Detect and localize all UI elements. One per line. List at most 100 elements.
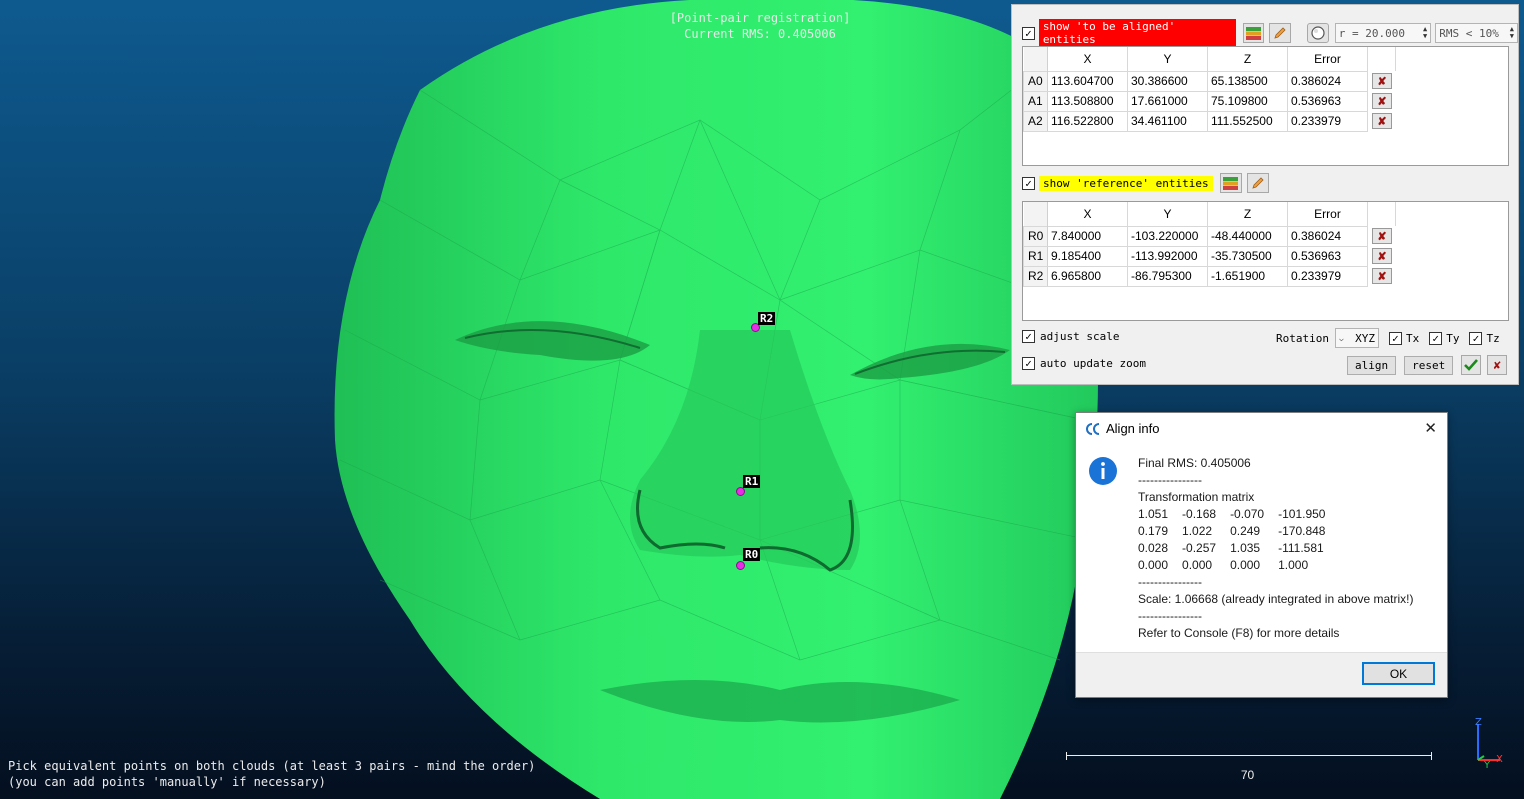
tx-checkbox[interactable]: ✓ bbox=[1388, 331, 1402, 345]
tz-checkbox[interactable]: ✓ bbox=[1469, 331, 1483, 345]
delete-point-icon[interactable]: ✘ bbox=[1372, 268, 1392, 284]
reference-col-z[interactable]: Z bbox=[1207, 202, 1288, 226]
delete-point-icon[interactable]: ✘ bbox=[1372, 228, 1392, 244]
info-icon bbox=[1089, 457, 1117, 485]
table-row[interactable]: A1 113.508800 17.661000 75.109800 0.5369… bbox=[1023, 90, 1396, 112]
cell-error: 0.233979 bbox=[1287, 265, 1368, 287]
matrix-cell: 1.051 bbox=[1138, 507, 1169, 521]
table-row[interactable]: R1 9.185400 -113.992000 -35.730500 0.536… bbox=[1023, 245, 1396, 267]
cell-z: 65.138500 bbox=[1207, 70, 1288, 92]
final-rms-text: Final RMS: 0.405006 bbox=[1138, 456, 1251, 470]
show-reference-checkbox[interactable]: ✓ bbox=[1022, 176, 1035, 190]
cell-error: 0.536963 bbox=[1287, 90, 1368, 112]
point-r1-label: R1 bbox=[743, 475, 761, 488]
cancel-x-icon[interactable]: ✘ bbox=[1487, 355, 1508, 375]
align-button[interactable]: align bbox=[1347, 355, 1397, 375]
row-id: R0 bbox=[1023, 225, 1048, 247]
radius-spinbox[interactable]: r = 20.000 ▲ ▼ bbox=[1334, 23, 1432, 43]
matrix-cell: -170.848 bbox=[1278, 524, 1326, 538]
point-r2-label: R2 bbox=[758, 312, 776, 325]
matrix-cell: 0.249 bbox=[1230, 524, 1261, 538]
show-aligned-checkbox[interactable]: ✓ bbox=[1022, 26, 1035, 40]
reference-col-x[interactable]: X bbox=[1047, 202, 1128, 226]
row-id: A1 bbox=[1023, 90, 1048, 112]
row-id: R2 bbox=[1023, 265, 1048, 287]
axis-trihedron: Z Y X bbox=[1475, 717, 1503, 771]
cell-y: -86.795300 bbox=[1127, 265, 1208, 287]
confirm-check-icon[interactable] bbox=[1461, 355, 1482, 375]
reference-col-y[interactable]: Y bbox=[1127, 202, 1208, 226]
auto-update-zoom-checkbox[interactable]: ✓ bbox=[1022, 357, 1035, 370]
row-id: A2 bbox=[1023, 110, 1048, 132]
cell-x: 6.965800 bbox=[1047, 265, 1128, 287]
table-row[interactable]: A0 113.604700 30.386600 65.138500 0.3860… bbox=[1023, 70, 1396, 92]
reference-col-error[interactable]: Error bbox=[1287, 202, 1368, 226]
show-aligned-label: show 'to be aligned' entities bbox=[1038, 19, 1236, 47]
delete-point-icon[interactable]: ✘ bbox=[1372, 248, 1392, 264]
table-row[interactable]: R2 6.965800 -86.795300 -1.651900 0.23397… bbox=[1023, 265, 1396, 287]
auto-update-zoom-label: auto update zoom bbox=[1040, 357, 1146, 370]
separator: ---------------- bbox=[1138, 473, 1202, 487]
rms-spin-arrows[interactable]: ▲ ▼ bbox=[1510, 26, 1514, 40]
table-row[interactable]: A2 116.522800 34.461100 111.552500 0.233… bbox=[1023, 110, 1396, 132]
cell-error: 0.386024 bbox=[1287, 70, 1368, 92]
cell-error: 0.386024 bbox=[1287, 225, 1368, 247]
cell-y: 30.386600 bbox=[1127, 70, 1208, 92]
table-row[interactable]: R0 7.840000 -103.220000 -48.440000 0.386… bbox=[1023, 225, 1396, 247]
ty-label: Ty bbox=[1446, 331, 1460, 345]
cell-y: 17.661000 bbox=[1127, 90, 1208, 112]
aligned-points-table[interactable]: X Y Z Error A0 113.604700 30.386600 65.1… bbox=[1022, 46, 1509, 166]
dialog-footer: OK bbox=[1076, 652, 1447, 697]
matrix-cell: 0.000 bbox=[1182, 558, 1213, 572]
aligned-col-error[interactable]: Error bbox=[1287, 47, 1368, 71]
transformation-matrix: 1.051 -0.168 -0.070 -101.950 0.179 1.022 0.24… bbox=[1138, 506, 1339, 574]
rotation-value: XYZ bbox=[1355, 331, 1375, 345]
rotation-select[interactable]: ⌵ XYZ bbox=[1334, 328, 1379, 348]
cell-z: -48.440000 bbox=[1207, 225, 1288, 247]
matrix-row: 0.000 0.000 0.000 1.000 bbox=[1138, 557, 1339, 574]
aligned-col-x[interactable]: X bbox=[1047, 47, 1128, 71]
reference-points-table[interactable]: X Y Z Error R0 7.840000 -103.220000 -48.… bbox=[1022, 201, 1509, 321]
aligned-edit-pencil-icon[interactable] bbox=[1269, 23, 1292, 43]
reset-button[interactable]: reset bbox=[1404, 355, 1454, 375]
separator: ---------------- bbox=[1138, 609, 1202, 623]
cell-z: -1.651900 bbox=[1207, 265, 1288, 287]
sphere-icon[interactable] bbox=[1307, 23, 1329, 43]
radius-spin-arrows[interactable]: ▲ ▼ bbox=[1423, 26, 1427, 40]
delete-point-icon[interactable]: ✘ bbox=[1372, 93, 1392, 109]
scale-text: Scale: 1.06668 (already integrated in ab… bbox=[1138, 592, 1414, 606]
matrix-cell: -101.950 bbox=[1278, 507, 1326, 521]
delete-point-icon[interactable]: ✘ bbox=[1372, 113, 1392, 129]
ty-checkbox[interactable]: ✓ bbox=[1429, 331, 1443, 345]
app-logo-icon bbox=[1086, 423, 1100, 435]
row-id: R1 bbox=[1023, 245, 1048, 267]
rms-spinbox[interactable]: RMS < 10% ▲ ▼ bbox=[1435, 23, 1518, 43]
matrix-cell: -0.257 bbox=[1182, 541, 1217, 555]
point-r1-marker[interactable] bbox=[736, 487, 745, 496]
reference-edit-pencil-icon[interactable] bbox=[1246, 173, 1269, 193]
axis-x-label: X bbox=[1496, 754, 1503, 765]
chevron-down-icon: ⌵ bbox=[1338, 333, 1344, 343]
cell-x: 116.522800 bbox=[1047, 110, 1128, 132]
ok-button[interactable]: OK bbox=[1362, 662, 1435, 685]
axis-z-label: Z bbox=[1475, 717, 1482, 728]
instruction-line1: Pick equivalent points on both clouds (a… bbox=[8, 759, 536, 773]
aligned-col-y[interactable]: Y bbox=[1127, 47, 1208, 71]
point-r0-label: R0 bbox=[743, 548, 761, 561]
close-icon[interactable]: ✕ bbox=[1424, 419, 1437, 437]
adjust-scale-checkbox[interactable]: ✓ bbox=[1022, 330, 1035, 343]
point-r0-marker[interactable] bbox=[736, 561, 745, 570]
cell-x: 113.508800 bbox=[1047, 90, 1128, 112]
instruction-text: Pick equivalent points on both clouds (a… bbox=[8, 758, 535, 790]
delete-point-icon[interactable]: ✘ bbox=[1372, 73, 1392, 89]
viewport-title: [Point-pair registration] Current RMS: 0… bbox=[600, 10, 920, 42]
matrix-cell: 0.000 bbox=[1230, 558, 1261, 572]
matrix-row: 0.179 1.022 0.249 -170.848 bbox=[1138, 523, 1339, 540]
matrix-row: 1.051 -0.168 -0.070 -101.950 bbox=[1138, 506, 1339, 523]
reference-table-icon[interactable] bbox=[1219, 173, 1242, 193]
cell-z: 75.109800 bbox=[1207, 90, 1288, 112]
aligned-col-z[interactable]: Z bbox=[1207, 47, 1288, 71]
aligned-table-icon[interactable] bbox=[1242, 23, 1265, 43]
rotation-label: Rotation bbox=[1276, 331, 1329, 345]
radius-value: r = 20.000 bbox=[1338, 26, 1405, 40]
